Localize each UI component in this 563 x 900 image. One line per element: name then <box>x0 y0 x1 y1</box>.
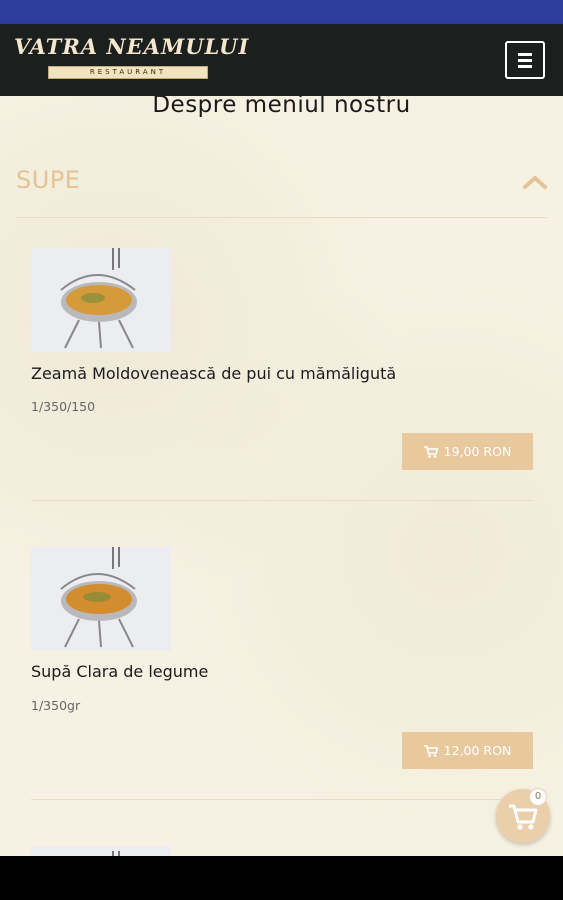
item-divider <box>31 500 533 501</box>
item-divider <box>31 799 533 800</box>
site-header: VATRA NEAMULUI RESTAURANT <box>0 24 563 96</box>
item-portion: 1/350gr <box>31 698 81 713</box>
chevron-up-icon[interactable] <box>522 174 548 190</box>
item-name[interactable]: Zeamă Moldovenească de pui cu mămăligută <box>31 364 396 383</box>
cart-icon <box>423 745 439 757</box>
cart-icon <box>423 446 439 458</box>
item-portion: 1/350/150 <box>31 399 96 414</box>
item-name[interactable]: Supă Clara de legume <box>31 662 208 681</box>
logo-title[interactable]: VATRA NEAMULUI <box>14 36 248 58</box>
category-title[interactable]: SUPE <box>16 166 80 194</box>
add-to-cart-button[interactable]: 19,00 RON <box>402 433 533 470</box>
menu-page: Despre meniul nostru SUPE Zeamă Moldoven… <box>0 96 563 856</box>
category-divider <box>16 217 547 218</box>
cart-count-badge: 0 <box>529 788 547 806</box>
logo-subtitle: RESTAURANT <box>48 66 208 79</box>
menu-button[interactable] <box>505 41 545 79</box>
status-bar <box>0 0 563 24</box>
soup-bowl-image[interactable] <box>31 547 171 651</box>
soup-bowl-image[interactable] <box>31 248 171 352</box>
system-navigation-bar <box>0 856 563 900</box>
page-title: Despre meniul nostru <box>152 96 411 118</box>
item-price: 19,00 RON <box>443 444 512 459</box>
soup-bowl-image[interactable] <box>31 846 171 856</box>
item-price: 12,00 RON <box>443 743 512 758</box>
add-to-cart-button[interactable]: 12,00 RON <box>402 732 533 769</box>
